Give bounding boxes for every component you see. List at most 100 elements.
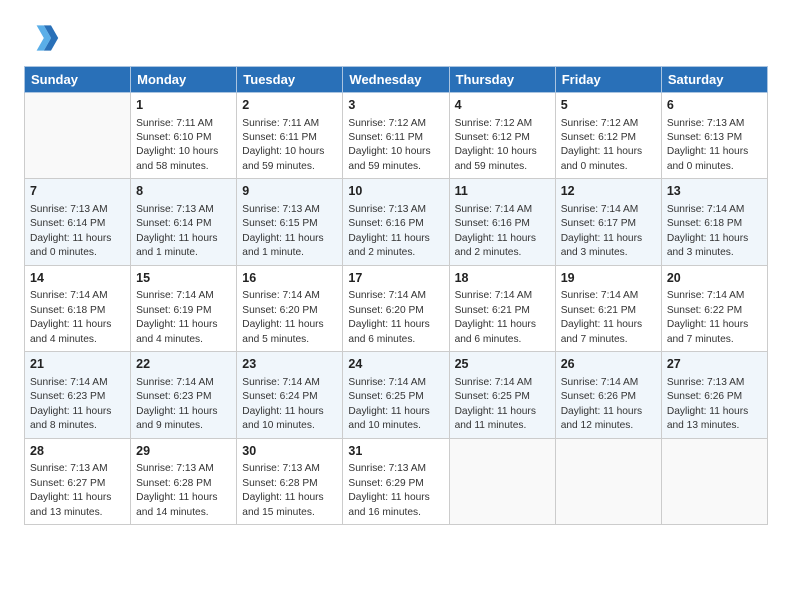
day-info: Sunrise: 7:12 AM Sunset: 6:12 PM Dayligh…: [561, 117, 656, 175]
day-number: 22: [136, 356, 231, 374]
calendar-cell: 6Sunrise: 7:13 AM Sunset: 6:13 PM Daylig…: [661, 93, 767, 179]
calendar-week-row: 1 Sunrise: 7:11 AM Sunset: 6:10 PM Daylig…: [25, 93, 768, 179]
calendar-cell: 7 Sunrise: 7:13 AM Sunset: 6:14 PM Daylig…: [25, 179, 131, 265]
day-number: 31: [348, 443, 443, 461]
calendar-cell: [449, 438, 555, 524]
day-number: 21: [30, 356, 125, 374]
day-number: 20: [667, 270, 762, 288]
day-number: 23: [242, 356, 337, 374]
calendar-cell: 27 Sunrise: 7:13 AM Sunset: 6:26 PM Dayli…: [661, 352, 767, 438]
day-info: Sunrise: 7:11 AM Sunset: 6:10 PM Dayligh…: [136, 117, 231, 175]
day-number: 14: [30, 270, 125, 288]
day-info: Sunrise: 7:13 AM Sunset: 6:28 PM Dayligh…: [242, 462, 337, 520]
calendar-cell: 14Sunrise: 7:14 AM Sunset: 6:18 PM Dayli…: [25, 265, 131, 351]
calendar-cell: 16Sunrise: 7:14 AM Sunset: 6:20 PM Dayli…: [237, 265, 343, 351]
day-info: Sunrise: 7:13 AM Sunset: 6:15 PM Dayligh…: [242, 203, 337, 261]
day-info: Sunrise: 7:14 AM Sunset: 6:26 PM Dayligh…: [561, 376, 656, 434]
calendar-cell: 2 Sunrise: 7:11 AM Sunset: 6:11 PM Daylig…: [237, 93, 343, 179]
logo-icon: [24, 20, 60, 56]
day-number: 3: [348, 97, 443, 115]
weekday-header-monday: Monday: [131, 67, 237, 93]
weekday-header-row: SundayMondayTuesdayWednesdayThursdayFrid…: [25, 67, 768, 93]
calendar-week-row: 14Sunrise: 7:14 AM Sunset: 6:18 PM Dayli…: [25, 265, 768, 351]
day-info: Sunrise: 7:14 AM Sunset: 6:22 PM Dayligh…: [667, 289, 762, 347]
calendar-week-row: 7 Sunrise: 7:13 AM Sunset: 6:14 PM Daylig…: [25, 179, 768, 265]
day-number: 4: [455, 97, 550, 115]
page-header: [24, 20, 768, 56]
day-number: 15: [136, 270, 231, 288]
day-info: Sunrise: 7:13 AM Sunset: 6:14 PM Dayligh…: [136, 203, 231, 261]
day-number: 9: [242, 183, 337, 201]
day-number: 26: [561, 356, 656, 374]
day-info: Sunrise: 7:13 AM Sunset: 6:27 PM Dayligh…: [30, 462, 125, 520]
day-info: Sunrise: 7:13 AM Sunset: 6:26 PM Dayligh…: [667, 376, 762, 434]
day-info: Sunrise: 7:14 AM Sunset: 6:20 PM Dayligh…: [242, 289, 337, 347]
day-number: 7: [30, 183, 125, 201]
day-number: 25: [455, 356, 550, 374]
day-info: Sunrise: 7:14 AM Sunset: 6:25 PM Dayligh…: [455, 376, 550, 434]
day-info: Sunrise: 7:12 AM Sunset: 6:11 PM Dayligh…: [348, 117, 443, 175]
day-number: 17: [348, 270, 443, 288]
day-number: 30: [242, 443, 337, 461]
day-info: Sunrise: 7:14 AM Sunset: 6:16 PM Dayligh…: [455, 203, 550, 261]
weekday-header-thursday: Thursday: [449, 67, 555, 93]
calendar-week-row: 21 Sunrise: 7:14 AM Sunset: 6:23 PM Dayli…: [25, 352, 768, 438]
day-info: Sunrise: 7:14 AM Sunset: 6:21 PM Dayligh…: [455, 289, 550, 347]
day-number: 18: [455, 270, 550, 288]
day-info: Sunrise: 7:13 AM Sunset: 6:28 PM Dayligh…: [136, 462, 231, 520]
calendar-week-row: 28Sunrise: 7:13 AM Sunset: 6:27 PM Dayli…: [25, 438, 768, 524]
day-number: 28: [30, 443, 125, 461]
day-number: 5: [561, 97, 656, 115]
calendar-cell: 12Sunrise: 7:14 AM Sunset: 6:17 PM Dayli…: [555, 179, 661, 265]
day-info: Sunrise: 7:13 AM Sunset: 6:13 PM Dayligh…: [667, 117, 762, 175]
day-info: Sunrise: 7:14 AM Sunset: 6:25 PM Dayligh…: [348, 376, 443, 434]
calendar-cell: 13 Sunrise: 7:14 AM Sunset: 6:18 PM Dayli…: [661, 179, 767, 265]
weekday-header-wednesday: Wednesday: [343, 67, 449, 93]
day-number: 8: [136, 183, 231, 201]
calendar-cell: 5 Sunrise: 7:12 AM Sunset: 6:12 PM Daylig…: [555, 93, 661, 179]
day-info: Sunrise: 7:13 AM Sunset: 6:16 PM Dayligh…: [348, 203, 443, 261]
calendar-cell: 26 Sunrise: 7:14 AM Sunset: 6:26 PM Dayli…: [555, 352, 661, 438]
calendar-cell: 15Sunrise: 7:14 AM Sunset: 6:19 PM Dayli…: [131, 265, 237, 351]
calendar-cell: 25 Sunrise: 7:14 AM Sunset: 6:25 PM Dayli…: [449, 352, 555, 438]
day-number: 27: [667, 356, 762, 374]
calendar-cell: 10 Sunrise: 7:13 AM Sunset: 6:16 PM Dayli…: [343, 179, 449, 265]
calendar-cell: [555, 438, 661, 524]
calendar-cell: 23 Sunrise: 7:14 AM Sunset: 6:24 PM Dayli…: [237, 352, 343, 438]
day-number: 29: [136, 443, 231, 461]
calendar-cell: 20Sunrise: 7:14 AM Sunset: 6:22 PM Dayli…: [661, 265, 767, 351]
day-info: Sunrise: 7:14 AM Sunset: 6:18 PM Dayligh…: [667, 203, 762, 261]
day-info: Sunrise: 7:14 AM Sunset: 6:23 PM Dayligh…: [136, 376, 231, 434]
day-info: Sunrise: 7:14 AM Sunset: 6:19 PM Dayligh…: [136, 289, 231, 347]
calendar-cell: 31Sunrise: 7:13 AM Sunset: 6:29 PM Dayli…: [343, 438, 449, 524]
calendar-cell: 3 Sunrise: 7:12 AM Sunset: 6:11 PM Daylig…: [343, 93, 449, 179]
calendar-cell: 17Sunrise: 7:14 AM Sunset: 6:20 PM Dayli…: [343, 265, 449, 351]
calendar-table: SundayMondayTuesdayWednesdayThursdayFrid…: [24, 66, 768, 525]
weekday-header-tuesday: Tuesday: [237, 67, 343, 93]
calendar-cell: 30Sunrise: 7:13 AM Sunset: 6:28 PM Dayli…: [237, 438, 343, 524]
day-info: Sunrise: 7:14 AM Sunset: 6:20 PM Dayligh…: [348, 289, 443, 347]
calendar-cell: 22 Sunrise: 7:14 AM Sunset: 6:23 PM Dayli…: [131, 352, 237, 438]
weekday-header-saturday: Saturday: [661, 67, 767, 93]
day-info: Sunrise: 7:11 AM Sunset: 6:11 PM Dayligh…: [242, 117, 337, 175]
day-number: 10: [348, 183, 443, 201]
calendar-cell: 1 Sunrise: 7:11 AM Sunset: 6:10 PM Daylig…: [131, 93, 237, 179]
day-number: 13: [667, 183, 762, 201]
calendar-cell: 18Sunrise: 7:14 AM Sunset: 6:21 PM Dayli…: [449, 265, 555, 351]
day-info: Sunrise: 7:14 AM Sunset: 6:21 PM Dayligh…: [561, 289, 656, 347]
day-info: Sunrise: 7:14 AM Sunset: 6:24 PM Dayligh…: [242, 376, 337, 434]
day-info: Sunrise: 7:13 AM Sunset: 6:14 PM Dayligh…: [30, 203, 125, 261]
day-info: Sunrise: 7:12 AM Sunset: 6:12 PM Dayligh…: [455, 117, 550, 175]
calendar-cell: 9 Sunrise: 7:13 AM Sunset: 6:15 PM Daylig…: [237, 179, 343, 265]
calendar-cell: 24 Sunrise: 7:14 AM Sunset: 6:25 PM Dayli…: [343, 352, 449, 438]
calendar-cell: 8 Sunrise: 7:13 AM Sunset: 6:14 PM Daylig…: [131, 179, 237, 265]
calendar-cell: [25, 93, 131, 179]
day-number: 24: [348, 356, 443, 374]
calendar-cell: 11 Sunrise: 7:14 AM Sunset: 6:16 PM Dayli…: [449, 179, 555, 265]
calendar-cell: 19Sunrise: 7:14 AM Sunset: 6:21 PM Dayli…: [555, 265, 661, 351]
day-number: 12: [561, 183, 656, 201]
day-number: 11: [455, 183, 550, 201]
day-number: 1: [136, 97, 231, 115]
day-number: 2: [242, 97, 337, 115]
calendar-cell: 28Sunrise: 7:13 AM Sunset: 6:27 PM Dayli…: [25, 438, 131, 524]
